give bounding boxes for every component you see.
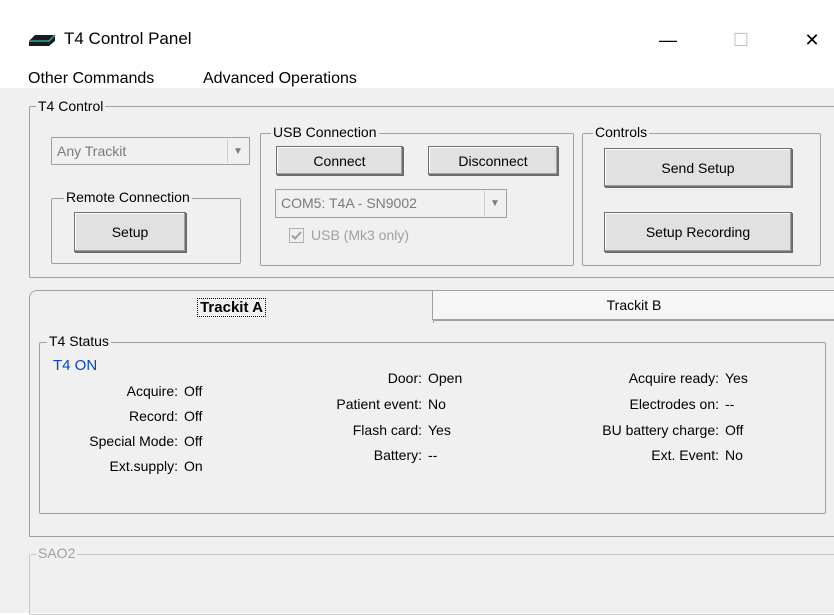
- menu-other-commands[interactable]: Other Commands: [28, 70, 154, 88]
- maximize-button[interactable]: ☐: [718, 22, 764, 58]
- acquire-label: Acquire:: [126, 383, 178, 399]
- battery-value: --: [428, 447, 438, 463]
- disconnect-button[interactable]: Disconnect: [428, 146, 558, 175]
- remote-setup-button[interactable]: Setup: [74, 212, 186, 252]
- menu-bar: Other Commands Advanced Operations: [0, 58, 834, 88]
- flash-card-label: Flash card:: [352, 422, 422, 438]
- connect-button[interactable]: Connect: [276, 146, 403, 175]
- tab-trackit-b[interactable]: Trackit B: [432, 290, 834, 320]
- remote-connection-legend: Remote Connection: [64, 189, 192, 205]
- chevron-down-icon[interactable]: ▼: [227, 139, 248, 163]
- device-select-value: Any Trackit: [57, 143, 127, 159]
- close-button[interactable]: ✕: [789, 22, 834, 58]
- record-label: Record:: [128, 408, 178, 424]
- tab-trackit-a[interactable]: Trackit A: [29, 290, 434, 323]
- special-mode-label: Special Mode:: [89, 433, 178, 449]
- controls-legend: Controls: [593, 124, 650, 140]
- bu-battery-charge-value: Off: [725, 422, 744, 438]
- ext-supply-value: On: [184, 458, 203, 474]
- t4-status-legend: T4 Status: [47, 333, 111, 349]
- com-port-select[interactable]: COM5: T4A - SN9002 ▼: [275, 189, 507, 218]
- checkmark-icon: [291, 231, 302, 240]
- ext-event-label: Ext. Event:: [651, 447, 719, 463]
- battery-label: Battery:: [373, 447, 422, 463]
- com-port-value: COM5: T4A - SN9002: [281, 195, 417, 211]
- special-mode-value: Off: [184, 433, 203, 449]
- t4-state-text: T4 ON: [53, 357, 98, 374]
- sao2-group: [29, 554, 834, 615]
- chevron-down-icon[interactable]: ▼: [484, 191, 505, 216]
- title-bar: T4 Control Panel — ☐ ✕: [0, 0, 834, 58]
- electrodes-on-label: Electrodes on:: [629, 396, 720, 412]
- electrodes-on-value: --: [725, 396, 735, 412]
- usb-checkbox[interactable]: [289, 228, 304, 243]
- record-value: Off: [184, 408, 203, 424]
- door-value: Open: [428, 370, 463, 386]
- usb-checkbox-label: USB (Mk3 only): [311, 227, 410, 243]
- acquire-value: Off: [184, 383, 203, 399]
- tab-trackit-a-label: Trackit A: [197, 297, 266, 317]
- usb-connection-legend: USB Connection: [271, 124, 379, 140]
- flash-card-value: Yes: [428, 422, 451, 438]
- window-title: T4 Control Panel: [64, 29, 192, 48]
- patient-event-value: No: [428, 396, 446, 412]
- minimize-button[interactable]: —: [645, 22, 691, 58]
- door-label: Door:: [387, 370, 422, 386]
- t4-control-legend: T4 Control: [36, 98, 106, 114]
- setup-recording-button[interactable]: Setup Recording: [604, 212, 792, 252]
- send-setup-button[interactable]: Send Setup: [604, 148, 792, 187]
- app-icon: [29, 34, 56, 46]
- tab-trackit-b-label: Trackit B: [606, 297, 662, 313]
- bu-battery-charge-label: BU battery charge:: [602, 422, 719, 438]
- menu-advanced-operations[interactable]: Advanced Operations: [203, 70, 357, 88]
- ext-event-value: No: [725, 447, 743, 463]
- acquire-ready-value: Yes: [725, 370, 748, 386]
- sao2-legend: SAO2: [36, 545, 78, 561]
- ext-supply-label: Ext.supply:: [109, 458, 178, 474]
- acquire-ready-label: Acquire ready:: [628, 370, 719, 386]
- patient-event-label: Patient event:: [336, 396, 422, 412]
- device-select[interactable]: Any Trackit ▼: [51, 137, 250, 165]
